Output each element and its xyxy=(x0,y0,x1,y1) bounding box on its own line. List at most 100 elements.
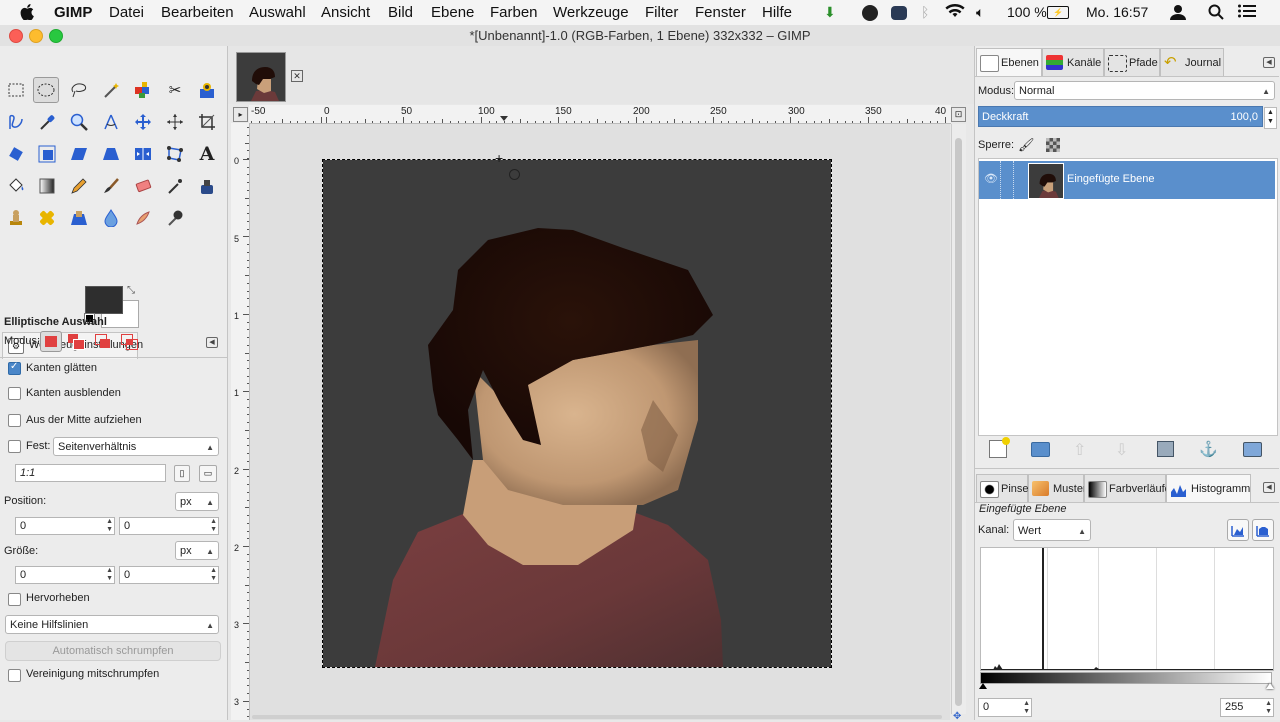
opacity-slider[interactable]: Deckkraft 100,0 xyxy=(978,106,1263,127)
menu-fenster[interactable]: Fenster xyxy=(695,4,746,21)
menu-bild[interactable]: Bild xyxy=(388,4,413,21)
range-max-field[interactable]: 255 ▲ ▼ xyxy=(1220,698,1274,717)
smudge-tool-icon[interactable] xyxy=(130,205,156,231)
cage-transform-tool-icon[interactable] xyxy=(162,141,188,167)
pencil-tool-icon[interactable] xyxy=(66,173,92,199)
rotate-tool-icon[interactable] xyxy=(3,141,29,167)
quick-mask-menu-icon[interactable]: ▸ xyxy=(233,107,248,122)
clone-tool-icon[interactable] xyxy=(3,205,29,231)
ink-tool-icon[interactable] xyxy=(194,173,220,199)
swap-colors-icon[interactable]: ⤡ xyxy=(127,285,135,296)
eraser-tool-icon[interactable] xyxy=(130,173,156,199)
flip-tool-icon[interactable] xyxy=(130,141,156,167)
menu-werkzeuge[interactable]: Werkzeuge xyxy=(553,4,629,21)
visibility-eye-icon[interactable]: 👁︎ xyxy=(984,172,998,185)
apple-menu-icon[interactable] xyxy=(20,4,34,24)
zoom-to-fit-icon[interactable]: ⊡ xyxy=(951,107,966,122)
heal-tool-icon[interactable] xyxy=(34,205,60,231)
spinner-icon[interactable]: ▲ ▼ xyxy=(210,518,217,534)
spotlight-search-icon[interactable] xyxy=(1208,4,1224,23)
foreground-color-swatch[interactable] xyxy=(85,286,123,314)
volume-icon[interactable]: 🔈︎ xyxy=(976,4,984,21)
crop-tool-icon[interactable] xyxy=(194,109,220,135)
size-height-field[interactable]: 0 ▲ ▼ xyxy=(119,566,219,584)
fixed-checkbox[interactable] xyxy=(8,440,21,453)
blend-tool-icon[interactable] xyxy=(34,173,60,199)
histogram-graph[interactable] xyxy=(980,547,1274,671)
menu-ansicht[interactable]: Ansicht xyxy=(321,4,370,21)
feather-checkbox[interactable] xyxy=(8,387,21,400)
range-min-handle[interactable] xyxy=(979,683,987,689)
spinner-icon[interactable]: ▲ ▼ xyxy=(106,518,113,534)
new-layer-group-icon[interactable] xyxy=(1031,442,1050,457)
tab-gradients[interactable]: Farbverläufe xyxy=(1084,474,1171,502)
delete-layer-icon[interactable] xyxy=(1243,442,1262,457)
shrink-merged-checkbox[interactable] xyxy=(8,669,21,682)
menu-bearbeiten[interactable]: Bearbeiten xyxy=(161,4,234,21)
scale-tool-icon[interactable] xyxy=(34,141,60,167)
log-histogram-button[interactable] xyxy=(1252,519,1274,541)
scrollbar-thumb[interactable] xyxy=(955,138,962,706)
perspective-tool-icon[interactable] xyxy=(98,141,124,167)
lock-alpha-icon[interactable] xyxy=(1046,138,1060,152)
tab-brushes[interactable]: Pinsel xyxy=(976,474,1031,502)
scissors-select-tool-icon[interactable]: ✂ xyxy=(162,77,188,103)
layers-list[interactable] xyxy=(978,158,1278,436)
tab-menu-icon[interactable]: ◀ xyxy=(1263,57,1275,68)
opacity-spinner[interactable]: ▲ ▼ xyxy=(1264,107,1277,129)
wifi-icon[interactable] xyxy=(945,3,965,21)
size-unit-select[interactable]: px ▲ xyxy=(175,541,219,560)
tab-paths[interactable]: Pfade xyxy=(1104,48,1160,76)
horizontal-scrollbar[interactable] xyxy=(252,715,942,719)
position-x-field[interactable]: 0 ▲ ▼ xyxy=(15,517,115,535)
ellipse-select-tool-icon[interactable] xyxy=(33,77,59,103)
perspective-clone-tool-icon[interactable] xyxy=(66,205,92,231)
size-width-field[interactable]: 0 ▲ ▼ xyxy=(15,566,115,584)
menu-filter[interactable]: Filter xyxy=(645,4,678,21)
move-tool-icon[interactable] xyxy=(130,109,156,135)
paintbrush-tool-icon[interactable] xyxy=(98,173,124,199)
fixed-mode-select[interactable]: Seitenverhältnis ▲ xyxy=(53,437,219,456)
vertical-scrollbar[interactable] xyxy=(951,124,966,714)
anchor-layer-icon[interactable]: ⚓ xyxy=(1199,440,1218,458)
airbrush-tool-icon[interactable] xyxy=(162,173,188,199)
download-icon[interactable]: ⬇ xyxy=(824,4,836,21)
notification-center-icon[interactable] xyxy=(1238,4,1256,21)
tab-menu-icon[interactable]: ◀ xyxy=(206,337,218,348)
measure-tool-icon[interactable] xyxy=(98,109,124,135)
position-y-field[interactable]: 0 ▲ ▼ xyxy=(119,517,219,535)
clock[interactable]: Mo. 16:57 xyxy=(1086,4,1148,20)
menu-app-name[interactable]: GIMP xyxy=(54,4,92,21)
user-icon[interactable] xyxy=(1170,4,1186,23)
new-layer-icon[interactable] xyxy=(989,437,1010,458)
menu-hilfe[interactable]: Hilfe xyxy=(762,4,792,21)
spinner-icon[interactable]: ▲ ▼ xyxy=(210,567,217,583)
menu-auswahl[interactable]: Auswahl xyxy=(249,4,306,21)
navigate-icon[interactable]: ✥ xyxy=(953,711,961,722)
mode-intersect-button[interactable] xyxy=(121,334,138,350)
mode-subtract-button[interactable] xyxy=(95,334,111,348)
text-tool-icon[interactable]: A xyxy=(194,141,220,167)
mode-add-button[interactable] xyxy=(68,334,85,350)
color-picker-tool-icon[interactable] xyxy=(34,109,60,135)
aspect-ratio-field[interactable]: 1:1 xyxy=(15,464,166,482)
tab-layers[interactable]: Ebenen xyxy=(976,48,1042,76)
foreground-select-tool-icon[interactable] xyxy=(194,77,220,103)
bucket-fill-tool-icon[interactable] xyxy=(3,173,29,199)
raise-layer-icon[interactable]: ⇧ xyxy=(1073,440,1086,460)
tab-histogram[interactable]: Histogramm xyxy=(1166,474,1251,502)
fuzzy-select-tool-icon[interactable] xyxy=(98,77,124,103)
range-min-field[interactable]: 0 ▲ ▼ xyxy=(978,698,1032,717)
paths-tool-icon[interactable] xyxy=(3,109,29,135)
lock-pixels-icon[interactable]: 🖌︎ xyxy=(1018,137,1035,153)
antialias-checkbox[interactable] xyxy=(8,361,21,375)
vpn-icon[interactable] xyxy=(891,6,907,20)
battery-icon[interactable]: ⚡ xyxy=(1047,6,1069,19)
linear-histogram-button[interactable] xyxy=(1227,519,1249,541)
alignment-tool-icon[interactable] xyxy=(162,109,188,135)
lower-layer-icon[interactable]: ⇩ xyxy=(1115,440,1128,460)
menu-farben[interactable]: Farben xyxy=(490,4,538,21)
tab-channels[interactable]: Kanäle xyxy=(1042,48,1104,76)
rect-select-tool-icon[interactable] xyxy=(3,77,29,103)
layer-row[interactable]: 👁︎ Eingefügte Ebene xyxy=(979,161,1275,199)
